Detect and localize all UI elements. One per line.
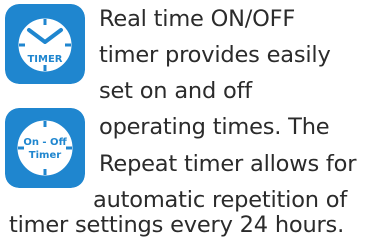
description-line-5: Repeat timer allows for bbox=[99, 151, 357, 177]
on-off-timer-icon-label-bottom: Timer bbox=[29, 150, 61, 161]
description-line-2: timer provides easily bbox=[99, 42, 331, 68]
description-line-1: Real time ON/OFF bbox=[99, 6, 296, 32]
description-line-3: set on and off bbox=[99, 78, 253, 104]
on-off-timer-icon: On - Off Timer bbox=[5, 108, 85, 188]
description-line-4: operating times. The bbox=[99, 114, 330, 140]
description-line-7: timer settings every 24 hours. bbox=[9, 212, 345, 238]
on-off-timer-icon-label-top: On - Off bbox=[23, 137, 67, 148]
timer-icon-label: TIMER bbox=[27, 54, 62, 65]
timer-icon: TIMER bbox=[5, 4, 85, 84]
